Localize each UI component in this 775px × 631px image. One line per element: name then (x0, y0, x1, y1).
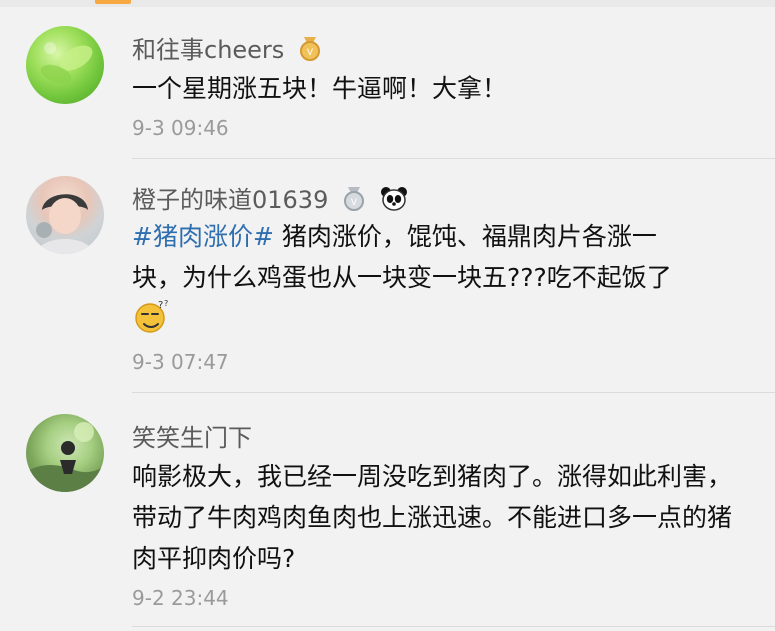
username-text[interactable]: 橙子的味道01639 (132, 186, 328, 214)
silver-medal-icon: V (342, 185, 366, 217)
divider (132, 392, 775, 393)
top-accent (95, 0, 131, 4)
username[interactable]: 和往事cheers V (132, 30, 322, 67)
comment-text: 响影极大，我已经一周没吃到猪肉了。涨得如此利害，带动了牛肉鸡肉鱼肉也上涨迅速。不… (132, 462, 733, 573)
avatar[interactable] (26, 26, 104, 104)
username-text[interactable]: 和往事cheers (132, 36, 284, 64)
panda-icon (380, 185, 408, 217)
timestamp: 9-2 23:44 (132, 586, 229, 610)
username[interactable]: 橙子的味道01639 V (132, 180, 408, 217)
divider (132, 626, 775, 627)
timestamp: 9-3 09:46 (132, 116, 229, 140)
avatar-nature-art (26, 422, 104, 492)
sleepy-face-emoji: ? ? (132, 298, 172, 346)
username[interactable]: 笑笑生门下 (132, 418, 252, 453)
svg-text:?: ? (164, 299, 168, 308)
comment-item-2: 橙子的味道01639 V #猪肉涨价# 猪肉涨价，馄饨、福鼎肉片各涨一 块，为什… (0, 170, 775, 393)
gold-medal-icon: V (298, 35, 322, 67)
comment-text: #猪肉涨价# 猪肉涨价，馄饨、福鼎肉片各涨一 块，为什么鸡蛋也从一块变一块五??… (132, 216, 742, 346)
avatar[interactable] (26, 176, 104, 254)
comment-item-3: 笑笑生门下 响影极大，我已经一周没吃到猪肉了。涨得如此利害，带动了牛肉鸡肉鱼肉也… (0, 410, 775, 627)
svg-text:?: ? (158, 300, 163, 311)
svg-text:V: V (307, 48, 314, 58)
divider (132, 158, 775, 159)
avatar-portrait-art (36, 194, 94, 254)
top-strip (0, 0, 775, 7)
avatar-leaf-art (40, 42, 93, 84)
avatar[interactable] (26, 414, 104, 492)
svg-text:V: V (351, 198, 358, 208)
timestamp: 9-3 07:47 (132, 350, 229, 374)
comment-item-1: 和往事cheers V 一个星期涨五块！牛逼啊！大拿！ 9-3 09:46 (0, 20, 775, 159)
comment-text-line-2: 块，为什么鸡蛋也从一块变一块五???吃不起饭了 (132, 263, 672, 292)
hashtag-link[interactable]: #猪肉涨价# (132, 222, 274, 251)
comment-text-line-1: 猪肉涨价，馄饨、福鼎肉片各涨一 (273, 222, 657, 251)
comment-text: 一个星期涨五块！牛逼啊！大拿！ (132, 74, 508, 103)
